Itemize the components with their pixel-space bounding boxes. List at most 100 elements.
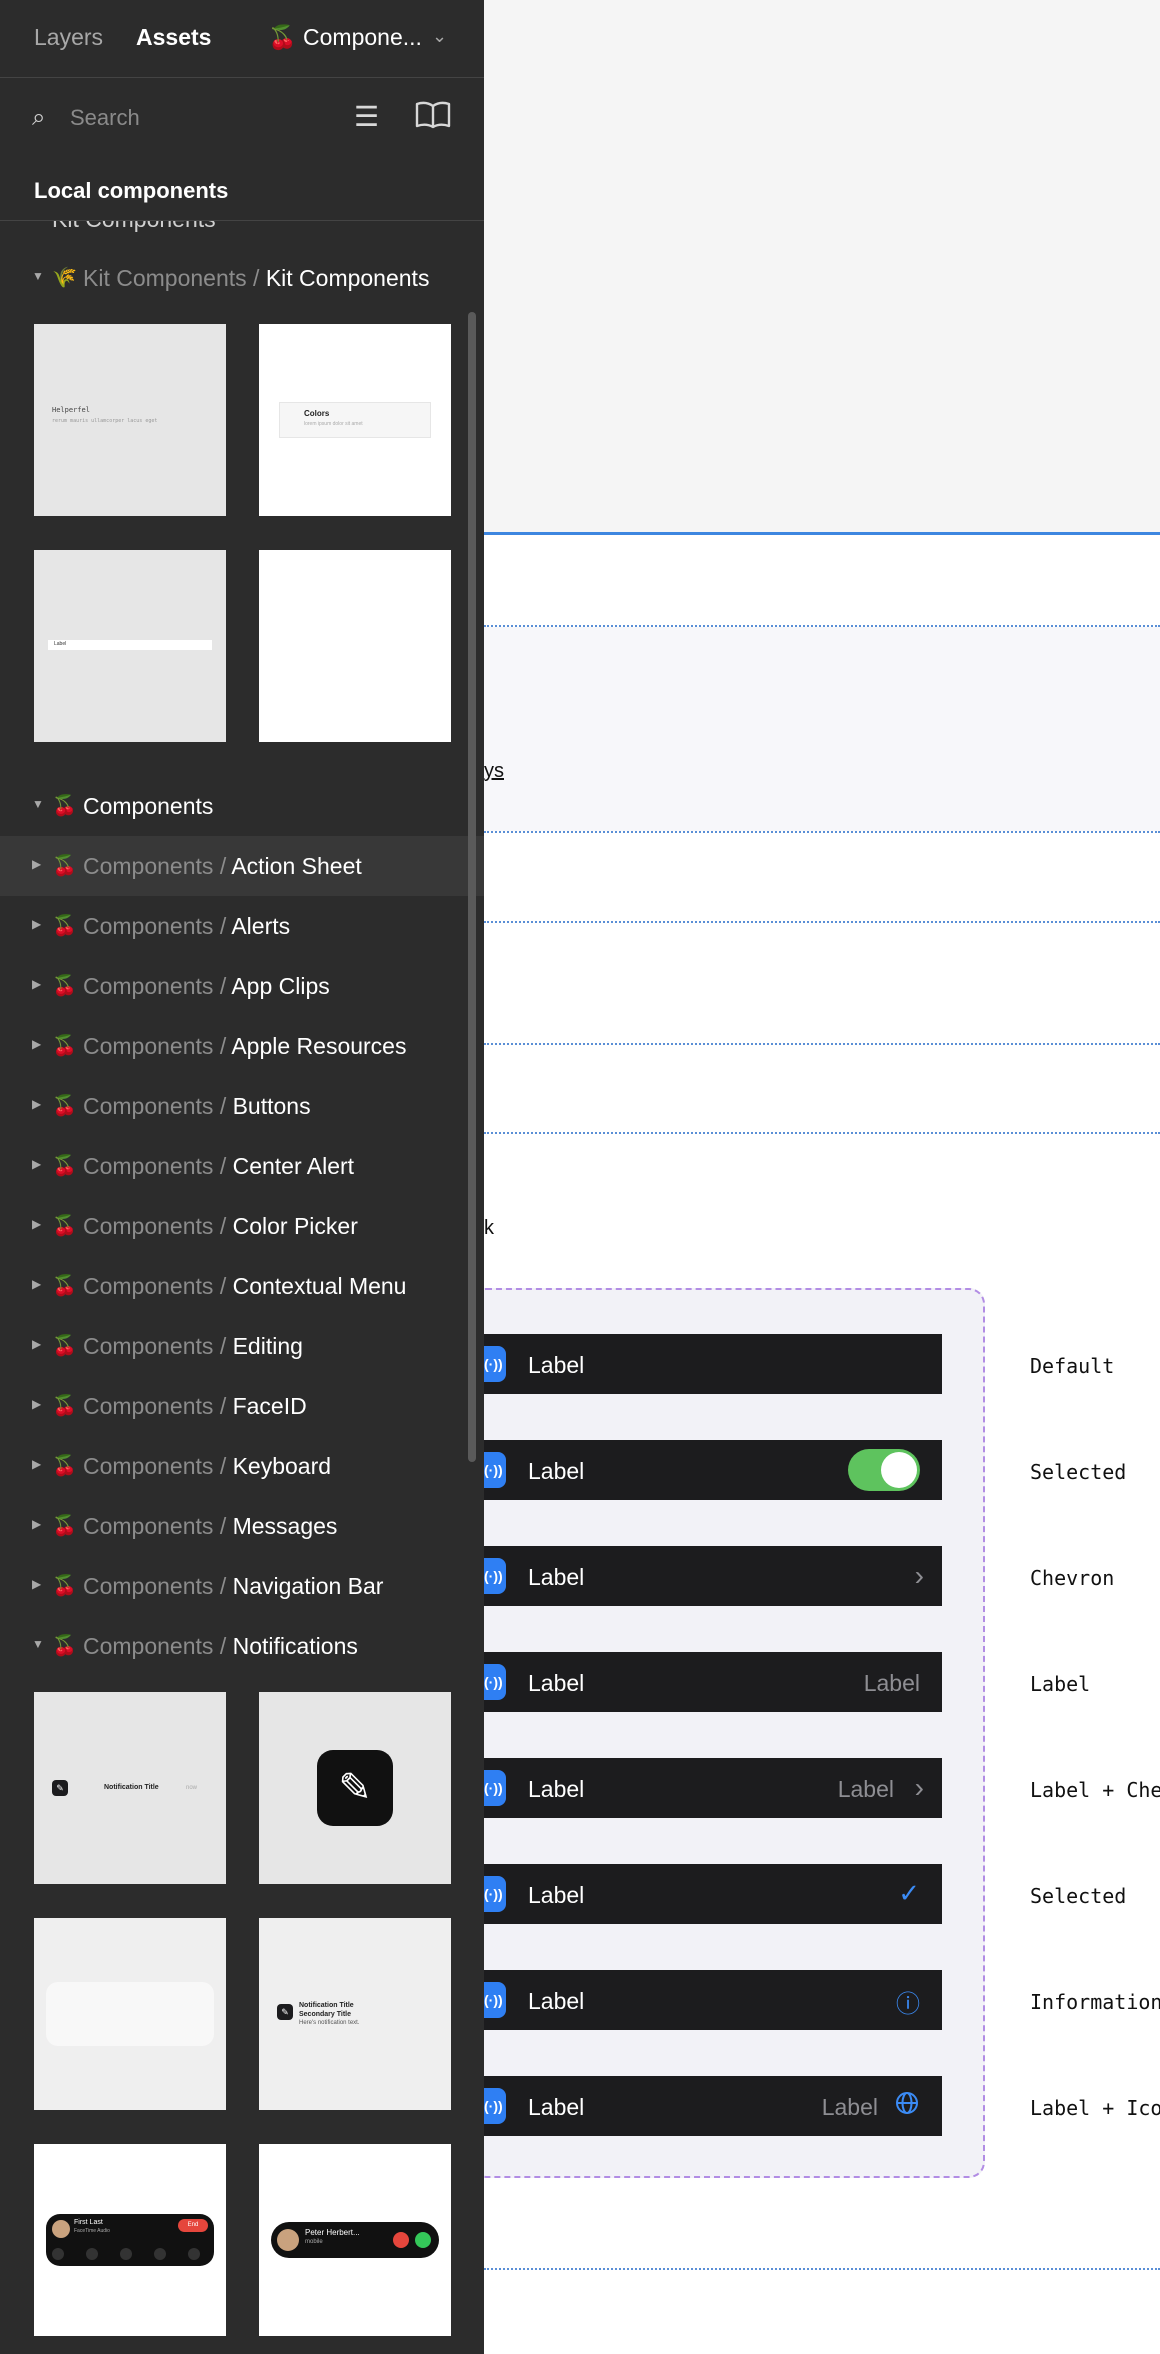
- group-emoji-icon: 🍒: [52, 1215, 77, 1237]
- tab-assets[interactable]: Assets: [136, 24, 211, 51]
- message-icon: [52, 2248, 64, 2260]
- caret-right-icon[interactable]: ▶: [32, 1457, 41, 1471]
- state-label: Selected: [1030, 1884, 1127, 1908]
- group-notifications[interactable]: ▼ 🍒 Components / Notifications: [0, 1616, 484, 1676]
- row-label: Label: [528, 1988, 585, 2014]
- caret-right-icon[interactable]: ▶: [32, 1097, 41, 1111]
- group-emoji-icon: 🍒: [52, 1455, 77, 1477]
- checkmark-icon: ✓: [898, 1878, 920, 1908]
- group-prefix: Components: [83, 1153, 214, 1179]
- panel-scrollbar[interactable]: [468, 312, 476, 1462]
- group-apple-resources[interactable]: ▶ 🍒 Components / Apple Resources: [0, 1016, 484, 1076]
- component-thumbnail[interactable]: Helperfel rerum mauris ullamcorper lacus…: [34, 324, 226, 516]
- caret-down-icon[interactable]: ▼: [32, 797, 44, 811]
- group-prefix: Components: [83, 1453, 214, 1479]
- row-label: Label: [528, 1670, 585, 1696]
- list-row-label-chevron[interactable]: ((·)) Label Label ›: [470, 1758, 942, 1818]
- thumb-title: Colors: [304, 409, 330, 418]
- group-prefix: Components: [83, 1093, 214, 1119]
- notification-card: [46, 1982, 214, 2046]
- path-separator: /: [219, 913, 227, 939]
- path-separator: /: [219, 1153, 227, 1179]
- group-app-clips[interactable]: ▶ 🍒 Components / App Clips: [0, 956, 484, 1016]
- group-contextual-menu[interactable]: ▶ 🍒 Components / Contextual Menu: [0, 1256, 484, 1316]
- component-thumbnail[interactable]: First Last FaceTime Audio End: [34, 2144, 226, 2336]
- caller-status: FaceTime Audio: [74, 2228, 110, 2234]
- row-right-label: Label: [863, 1670, 920, 1696]
- list-row-toggle[interactable]: ((·)) Label: [470, 1440, 942, 1500]
- list-row-info[interactable]: ((·)) Label ⓘ: [470, 1970, 942, 2030]
- group-keyboard[interactable]: ▶ 🍒 Components / Keyboard: [0, 1436, 484, 1496]
- group-prefix: Components: [83, 1633, 214, 1659]
- list-row-checkmark[interactable]: ((·)) Label ✓: [470, 1864, 942, 1924]
- assets-panel: Layers Assets 🍒 Compone... ⌄ ⌕ ☰ Local c…: [0, 0, 484, 2354]
- group-prefix: Components: [83, 1393, 214, 1419]
- group-action-sheet[interactable]: ▶ 🍒 Components / Action Sheet: [0, 836, 484, 896]
- caret-right-icon[interactable]: ▶: [32, 1517, 41, 1531]
- group-components[interactable]: ▼ 🍒 Components: [0, 776, 484, 836]
- library-book-icon[interactable]: [414, 100, 452, 137]
- path-separator: /: [219, 1453, 227, 1479]
- caret-right-icon[interactable]: ▶: [32, 1337, 41, 1351]
- caret-down-icon[interactable]: ▼: [32, 1637, 44, 1651]
- group-prefix: Components: [83, 1273, 214, 1299]
- group-kit-components[interactable]: ▼ 🌾 Kit Components / Kit Components: [0, 248, 484, 308]
- group-buttons[interactable]: ▶ 🍒 Components / Buttons: [0, 1076, 484, 1136]
- end-call-button: End: [178, 2219, 208, 2232]
- caret-right-icon[interactable]: ▶: [32, 1277, 41, 1291]
- thumb-title: Label: [54, 641, 67, 647]
- caret-right-icon[interactable]: ▶: [32, 857, 41, 871]
- group-messages[interactable]: ▶ 🍒 Components / Messages: [0, 1496, 484, 1556]
- group-navigation-bar[interactable]: ▶ 🍒 Components / Navigation Bar: [0, 1556, 484, 1616]
- group-name: Center Alert: [232, 1153, 355, 1179]
- chevron-right-icon: ›: [914, 1560, 924, 1591]
- component-thumbnail[interactable]: ✎: [259, 1692, 451, 1884]
- thumb-title: Notification Title: [104, 1784, 159, 1791]
- group-name: Messages: [232, 1513, 338, 1539]
- thumb-card: Colors lorem ipsum dolor sit amet: [279, 402, 431, 438]
- group-name: App Clips: [231, 973, 330, 999]
- component-set-frame[interactable]: [470, 1288, 985, 2178]
- search-input[interactable]: [70, 102, 320, 134]
- divider: [0, 220, 484, 221]
- component-thumbnail[interactable]: [34, 1918, 226, 2110]
- component-thumbnail[interactable]: ✎ Notification Title Secondary Title Her…: [259, 1918, 451, 2110]
- component-thumbnail[interactable]: [259, 550, 451, 742]
- group-emoji-icon: 🍒: [52, 915, 77, 937]
- thumb-subtitle: lorem ipsum dolor sit amet: [304, 421, 363, 427]
- row-label: Label: [528, 1776, 585, 1802]
- caret-right-icon[interactable]: ▶: [32, 1397, 41, 1411]
- path-separator: /: [219, 1213, 227, 1239]
- caret-right-icon[interactable]: ▶: [32, 917, 41, 931]
- path-separator: /: [219, 1273, 227, 1299]
- group-editing[interactable]: ▶ 🍒 Components / Editing: [0, 1316, 484, 1376]
- caret-right-icon[interactable]: ▶: [32, 1217, 41, 1231]
- tab-layers[interactable]: Layers: [34, 24, 103, 51]
- caret-down-icon[interactable]: ▼: [32, 269, 44, 283]
- group-emoji-icon: 🍒: [52, 1515, 77, 1537]
- caret-right-icon[interactable]: ▶: [32, 1037, 41, 1051]
- component-thumbnail[interactable]: Label: [34, 550, 226, 742]
- list-row-default[interactable]: ((·)) Label: [470, 1334, 942, 1394]
- toggle-switch[interactable]: [848, 1449, 920, 1491]
- component-thumbnail[interactable]: ✎ Notification Title now: [34, 1692, 226, 1884]
- group-center-alert[interactable]: ▶ 🍒 Components / Center Alert: [0, 1136, 484, 1196]
- thumb-title: Notification Title: [299, 2002, 354, 2009]
- group-emoji-icon: 🍒: [52, 1335, 77, 1357]
- group-name: Editing: [232, 1333, 303, 1359]
- list-row-chevron[interactable]: ((·)) Label ›: [470, 1546, 942, 1606]
- caret-right-icon[interactable]: ▶: [32, 1157, 41, 1171]
- chevron-down-icon[interactable]: ⌄: [432, 26, 447, 47]
- component-thumbnail[interactable]: Peter Herbert... mobile: [259, 2144, 451, 2336]
- caret-right-icon[interactable]: ▶: [32, 977, 41, 991]
- library-selector[interactable]: 🍒 Compone...: [268, 24, 422, 51]
- component-thumbnail[interactable]: Colors lorem ipsum dolor sit amet: [259, 324, 451, 516]
- list-view-icon[interactable]: ☰: [354, 100, 379, 133]
- thumb-subtitle: rerum mauris ullamcorper lacus eget: [52, 418, 158, 424]
- list-row-label[interactable]: ((·)) Label Label: [470, 1652, 942, 1712]
- caret-right-icon[interactable]: ▶: [32, 1577, 41, 1591]
- group-faceid[interactable]: ▶ 🍒 Components / FaceID: [0, 1376, 484, 1436]
- group-color-picker[interactable]: ▶ 🍒 Components / Color Picker: [0, 1196, 484, 1256]
- list-row-label-icon[interactable]: ((·)) Label Label: [470, 2076, 942, 2136]
- group-alerts[interactable]: ▶ 🍒 Components / Alerts: [0, 896, 484, 956]
